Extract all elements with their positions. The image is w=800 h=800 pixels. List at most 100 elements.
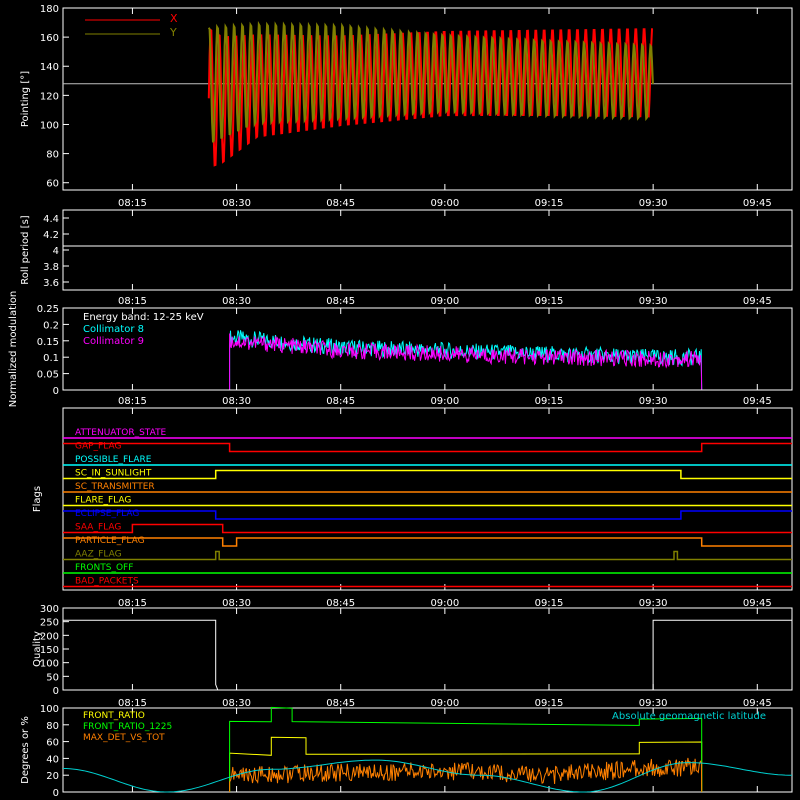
flag-label: PARTICLE_FLAG xyxy=(75,536,145,546)
x-tick-label: 08:15 xyxy=(118,396,147,407)
panel-4 xyxy=(62,407,793,591)
x-tick-label: 09:30 xyxy=(639,598,668,609)
legend-label: Collimator 9 xyxy=(83,336,144,347)
x-tick-label: 09:00 xyxy=(430,396,459,407)
x-tick-label: 08:30 xyxy=(222,198,251,209)
flag-label: ECLIPSE_FLAG xyxy=(75,509,139,519)
x-tick-label: 08:15 xyxy=(118,296,147,307)
multi-panel-chart: 08:15 08:30 08:45 09:00 09:15 09:30 09:45 60 80 1… xyxy=(8,4,793,799)
y-axis-label: Normalized modulation xyxy=(8,291,19,408)
y-tick-label: 4.2 xyxy=(43,230,59,241)
flag-label: FLARE_FLAG xyxy=(75,496,131,506)
x-tick-label: 09:45 xyxy=(743,296,772,307)
x-tick-label: 09:15 xyxy=(535,698,564,709)
x-tick-label: 09:00 xyxy=(430,598,459,609)
flag-sc-in-sunlight xyxy=(63,469,792,480)
x-tick-label: 09:00 xyxy=(430,198,459,209)
flag-eclipse-flag xyxy=(63,510,792,520)
x-tick-label: 09:00 xyxy=(430,296,459,307)
x-tick-label: 08:30 xyxy=(222,396,251,407)
x-tick-label: 08:15 xyxy=(118,698,147,709)
x-tick-label: 09:15 xyxy=(535,198,564,209)
y-tick-label: 140 xyxy=(40,62,59,73)
x-tick-label: 08:30 xyxy=(222,598,251,609)
flag-saa-flag xyxy=(63,523,792,534)
y-tick-label: 0.1 xyxy=(43,353,59,364)
quality-line xyxy=(63,619,792,691)
x-tick-label: 09:45 xyxy=(743,698,772,709)
plot-frame xyxy=(62,407,793,591)
legend-label: FRONT_RATIO_1225 xyxy=(83,722,172,732)
x-tick-label: 08:15 xyxy=(118,598,147,609)
y-tick-label: 4.4 xyxy=(43,214,59,225)
y-tick-label: 0.05 xyxy=(37,370,59,381)
y-tick-label: 3.6 xyxy=(43,278,59,289)
y-tick-label: 60 xyxy=(46,738,59,749)
legend-label: Y xyxy=(169,26,177,39)
y-tick-label: 3.8 xyxy=(43,262,59,273)
y-tick-label: 40 xyxy=(46,754,59,765)
legend-label: Collimator 8 xyxy=(83,324,144,335)
y-tick-label: 0.15 xyxy=(37,337,59,348)
y-tick-label: 20 xyxy=(46,771,59,782)
y-tick-label: 50 xyxy=(46,672,59,683)
plot-frame xyxy=(62,209,793,291)
flag-label: SC_IN_SUNLIGHT xyxy=(75,469,152,479)
flag-label: ATTENUATOR_STATE xyxy=(75,428,167,438)
y-axis-label: Flags xyxy=(32,486,43,512)
y-axis-label: Degrees or % xyxy=(20,716,31,784)
y-tick-label: 60 xyxy=(46,179,59,190)
flag-label: GAP_FLAG xyxy=(75,442,121,452)
flag-label: AAZ_FLAG xyxy=(75,550,122,560)
y-tick-label: 80 xyxy=(46,150,59,161)
panel-2 xyxy=(62,209,793,291)
x-tick-label: 09:45 xyxy=(743,198,772,209)
y-tick-label: 0 xyxy=(53,386,59,397)
y-tick-label: 250 xyxy=(40,618,59,629)
x-tick-label: 09:15 xyxy=(535,396,564,407)
flag-gap-flag xyxy=(63,442,792,453)
y-tick-label: 4 xyxy=(53,246,59,257)
x-tick-label: 08:45 xyxy=(326,296,355,307)
energy-band-label: Energy band: 12-25 keV xyxy=(83,312,204,323)
y-tick-label: 100 xyxy=(40,704,59,715)
y-tick-label: 0.2 xyxy=(43,320,59,331)
x-tick-label: 09:15 xyxy=(535,598,564,609)
flag-label: BAD_PACKETS xyxy=(75,577,139,587)
y-axis-label: Pointing [°] xyxy=(20,71,31,127)
x-tick-label: 09:45 xyxy=(743,598,772,609)
x-tick-label: 08:45 xyxy=(326,198,355,209)
x-tick-label: 09:30 xyxy=(639,396,668,407)
x-tick-label: 09:30 xyxy=(639,296,668,307)
y-tick-label: 0 xyxy=(53,686,59,697)
legend-label: FRONT_RATIO xyxy=(83,711,145,721)
x-tick-label: 08:30 xyxy=(222,296,251,307)
x-tick-label: 09:00 xyxy=(430,698,459,709)
x-tick-label: 08:15 xyxy=(118,198,147,209)
legend-label: MAX_DET_VS_TOT xyxy=(83,733,165,743)
y-tick-label: 300 xyxy=(40,604,59,615)
legend-label: X xyxy=(170,12,178,25)
y-axis-label: Quality xyxy=(32,631,43,667)
flag-label: SC_TRANSMITTER xyxy=(75,482,155,492)
latitude-label: Absolute geomagnetic latitude xyxy=(612,711,766,722)
x-tick-label: 08:45 xyxy=(326,396,355,407)
y-tick-label: 160 xyxy=(40,33,59,44)
y-tick-label: 80 xyxy=(46,721,59,732)
y-tick-label: 0.25 xyxy=(37,304,59,315)
x-tick-label: 09:30 xyxy=(639,698,668,709)
y-axis-label: Roll period [s] xyxy=(20,215,31,284)
y-tick-label: 180 xyxy=(40,4,59,15)
flag-label: POSSIBLE_FLARE xyxy=(75,455,152,465)
flag-label: SAA_FLAG xyxy=(75,523,121,533)
y-tick-label: 0 xyxy=(53,788,59,799)
flag-label: FRONTS_OFF xyxy=(75,563,133,573)
x-tick-label: 08:45 xyxy=(326,598,355,609)
x-tick-label: 08:45 xyxy=(326,698,355,709)
x-tick-label: 09:15 xyxy=(535,296,564,307)
y-tick-label: 100 xyxy=(40,120,59,131)
flag-particle-flag xyxy=(63,537,792,547)
flag-aaz-flag xyxy=(63,550,792,561)
series-front-ratio xyxy=(229,736,703,792)
series-collimator-8 xyxy=(229,330,703,391)
